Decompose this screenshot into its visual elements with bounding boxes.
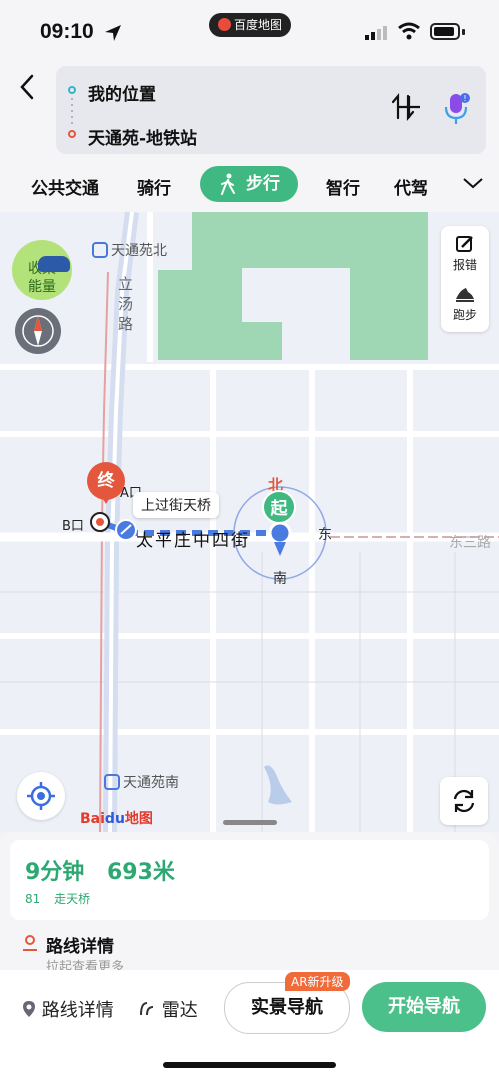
route-summary-sheet[interactable]: 9分钟 693米 81 走天桥 路线详情 拉起查看更多 路线详情 雷达 实景导航… (0, 820, 499, 1080)
ar-upgrade-badge: AR新升级 (285, 972, 350, 991)
bottom-action-bar: 路线详情 雷达 实景导航 AR新升级 开始导航 (0, 970, 499, 1080)
radar-button[interactable]: 雷达 (138, 996, 198, 1022)
origin-field[interactable]: 我的位置 (88, 80, 156, 105)
edit-icon (456, 236, 473, 252)
baidu-map-icon (217, 18, 231, 31)
station-label-tiantongyuan-south[interactable]: 天通苑南 (104, 772, 179, 792)
tab-smart[interactable]: 智行 (326, 174, 360, 199)
battery-icon (430, 23, 460, 40)
start-dot-icon (68, 86, 76, 94)
wifi-icon (398, 22, 420, 40)
tab-cycling[interactable]: 骑行 (137, 174, 171, 199)
voice-mic-icon[interactable]: ! (441, 92, 471, 126)
collect-energy-button[interactable]: 收集能量 (12, 240, 72, 300)
exit-label-b: B口 (62, 519, 84, 534)
start-marker[interactable]: 起 (262, 490, 296, 530)
chevron-down-icon[interactable] (462, 176, 484, 190)
route-detail-title[interactable]: 路线详情 (46, 932, 114, 957)
overpass-tooltip[interactable]: 上过街天桥 (133, 492, 219, 518)
end-marker[interactable]: 终 (87, 462, 125, 508)
tab-walking[interactable]: 步行 (200, 166, 298, 202)
sheet-drag-handle[interactable] (223, 820, 277, 825)
status-bar: 09:10 百度地图 (0, 0, 499, 62)
shoe-icon (456, 288, 474, 302)
location-arrow-icon (105, 25, 121, 41)
compass-east-label: 东 (318, 527, 332, 543)
route-option-card[interactable]: 9分钟 693米 81 走天桥 (10, 840, 489, 920)
locate-me-button[interactable] (17, 772, 65, 820)
tab-public-transit[interactable]: 公共交通 (31, 174, 99, 199)
end-dot-icon (68, 130, 76, 138)
baidu-map-logo: Baidu地图 (80, 811, 153, 827)
report-error-button[interactable]: 报错 (441, 234, 489, 273)
subway-icon (92, 242, 108, 258)
route-distance: 693米 (107, 860, 175, 885)
travel-mode-tabs: 公共交通 骑行 步行 智行 代驾 (0, 166, 499, 208)
destination-field[interactable]: 天通苑-地铁站 (88, 124, 197, 149)
running-button[interactable]: 跑步 (441, 284, 489, 323)
route-detail-button[interactable]: 路线详情 (22, 996, 114, 1022)
home-indicator (163, 1062, 336, 1068)
compass-button[interactable] (15, 308, 61, 354)
road-label-litang: 立汤路 (118, 275, 134, 333)
status-time: 09:10 (40, 20, 94, 43)
start-navigation-button[interactable]: 开始导航 (362, 982, 486, 1032)
radar-icon (140, 1002, 154, 1016)
route-header: 我的位置 天通苑-地铁站 ! 公共交通 骑行 步行 智行 代驾 (0, 62, 499, 212)
tab-designated-driver[interactable]: 代驾 (394, 174, 428, 199)
svg-text:!: ! (463, 94, 466, 103)
map-view[interactable]: 天通苑北 立汤路 天通苑南 太平庄中四街 东三路 A口 B口 上过街天桥 终 北… (0, 212, 499, 832)
battery-tip (462, 29, 465, 35)
route-connector (71, 98, 73, 126)
refresh-icon (453, 789, 475, 813)
app-indicator-pill[interactable]: 百度地图 (209, 13, 291, 37)
car-icon (38, 256, 70, 272)
overpass-count-icon: 8 (25, 892, 33, 906)
map-tools-panel: 报错 跑步 (441, 226, 489, 332)
pin-icon (23, 1001, 35, 1017)
swap-route-icon[interactable] (390, 92, 416, 122)
compass-south-label: 南 (273, 571, 287, 587)
refresh-route-button[interactable] (440, 777, 488, 825)
compass-icon (22, 315, 54, 347)
locate-icon (27, 782, 55, 810)
back-arrow-icon[interactable] (16, 72, 40, 102)
road-label-dongsan: 东三路 (449, 535, 491, 551)
route-detail-icon (23, 935, 37, 951)
route-duration: 9分钟 (25, 860, 85, 885)
route-stats: 81 走天桥 (25, 892, 91, 906)
street-label-taipingzhuang: 太平庄中四街 (136, 531, 250, 551)
station-label-tiantongyuan-north[interactable]: 天通苑北 (92, 240, 167, 260)
walking-person-icon (221, 173, 235, 195)
subway-icon (104, 774, 120, 790)
cellular-signal-icon (365, 26, 387, 40)
route-input-card: 我的位置 天通苑-地铁站 ! (56, 66, 486, 154)
